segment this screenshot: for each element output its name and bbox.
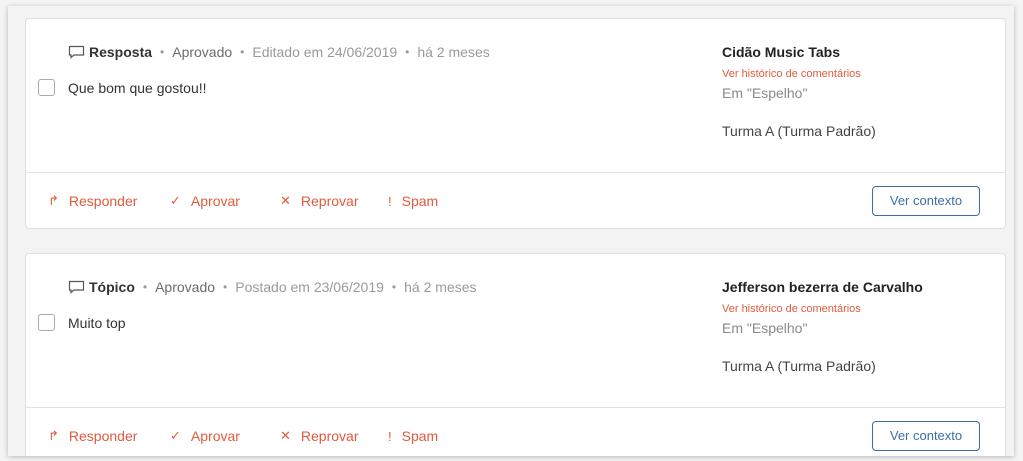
comment-status: Aprovado <box>155 279 216 295</box>
comment-bubble-icon <box>68 45 85 59</box>
comment-meta: Tópico • Aprovado • Postado em 23/06/201… <box>68 279 476 295</box>
select-checkbox[interactable] <box>38 314 55 331</box>
class-group: Turma A (Turma Padrão) <box>722 123 876 139</box>
class-group: Turma A (Turma Padrão) <box>722 358 876 374</box>
history-link[interactable]: Ver histórico de comentários <box>722 68 876 80</box>
comment-card: Tópico • Aprovado • Postado em 23/06/201… <box>25 253 1006 456</box>
spam-button[interactable]: ! Spam <box>388 428 438 444</box>
comment-status: Aprovado <box>172 44 233 60</box>
view-context-button[interactable]: Ver contexto <box>872 186 980 216</box>
approve-button[interactable]: ✓ Aprovar <box>170 193 240 209</box>
reject-button[interactable]: ✕ Reprovar <box>280 428 359 444</box>
comment-age: há 2 meses <box>404 279 477 295</box>
reject-button[interactable]: ✕ Reprovar <box>280 193 359 209</box>
author-name: Cidão Music Tabs <box>722 44 840 60</box>
comment-body: Tópico • Aprovado • Postado em 23/06/201… <box>26 254 1005 408</box>
comment-actions: ↱ Responder ✓ Aprovar ✕ Reprovar ! Spam … <box>26 173 1005 229</box>
comment-text: Muito top <box>68 315 126 331</box>
comment-meta: Resposta • Aprovado • Editado em 24/06/2… <box>68 44 490 60</box>
post-location: Em "Espelho" <box>722 320 808 336</box>
comment-type: Resposta <box>89 44 153 60</box>
comment-body: Resposta • Aprovado • Editado em 24/06/2… <box>26 19 1005 173</box>
view-context-button[interactable]: Ver contexto <box>872 421 980 451</box>
history-link[interactable]: Ver histórico de comentários <box>722 303 923 315</box>
comments-panel: Resposta • Aprovado • Editado em 24/06/2… <box>8 6 1014 456</box>
reply-icon: ↱ <box>48 428 59 443</box>
select-checkbox[interactable] <box>38 79 55 96</box>
check-icon: ✓ <box>170 428 181 443</box>
reply-icon: ↱ <box>48 193 59 208</box>
spam-button[interactable]: ! Spam <box>388 193 438 209</box>
comment-card: Resposta • Aprovado • Editado em 24/06/2… <box>25 18 1006 229</box>
exclamation-icon: ! <box>388 193 392 209</box>
comment-text: Que bom que gostou!! <box>68 80 207 96</box>
comment-author-info: Cidão Music Tabs Ver histórico de coment… <box>722 44 876 139</box>
exclamation-icon: ! <box>388 428 392 444</box>
author-name: Jefferson bezerra de Carvalho <box>722 279 923 295</box>
comment-type: Tópico <box>89 279 135 295</box>
reply-button[interactable]: ↱ Responder <box>48 428 137 444</box>
reply-button[interactable]: ↱ Responder <box>48 193 137 209</box>
check-icon: ✓ <box>170 193 181 208</box>
close-icon: ✕ <box>280 193 291 208</box>
close-icon: ✕ <box>280 428 291 443</box>
comment-actions: ↱ Responder ✓ Aprovar ✕ Reprovar ! Spam … <box>26 408 1005 456</box>
comment-bubble-icon <box>68 280 85 294</box>
post-location: Em "Espelho" <box>722 85 808 101</box>
comment-author-info: Jefferson bezerra de Carvalho Ver histór… <box>722 279 923 374</box>
comment-posted-date: Postado em 23/06/2019 <box>235 279 384 295</box>
comment-edited-date: Editado em 24/06/2019 <box>252 44 398 60</box>
approve-button[interactable]: ✓ Aprovar <box>170 428 240 444</box>
comment-age: há 2 meses <box>417 44 490 60</box>
